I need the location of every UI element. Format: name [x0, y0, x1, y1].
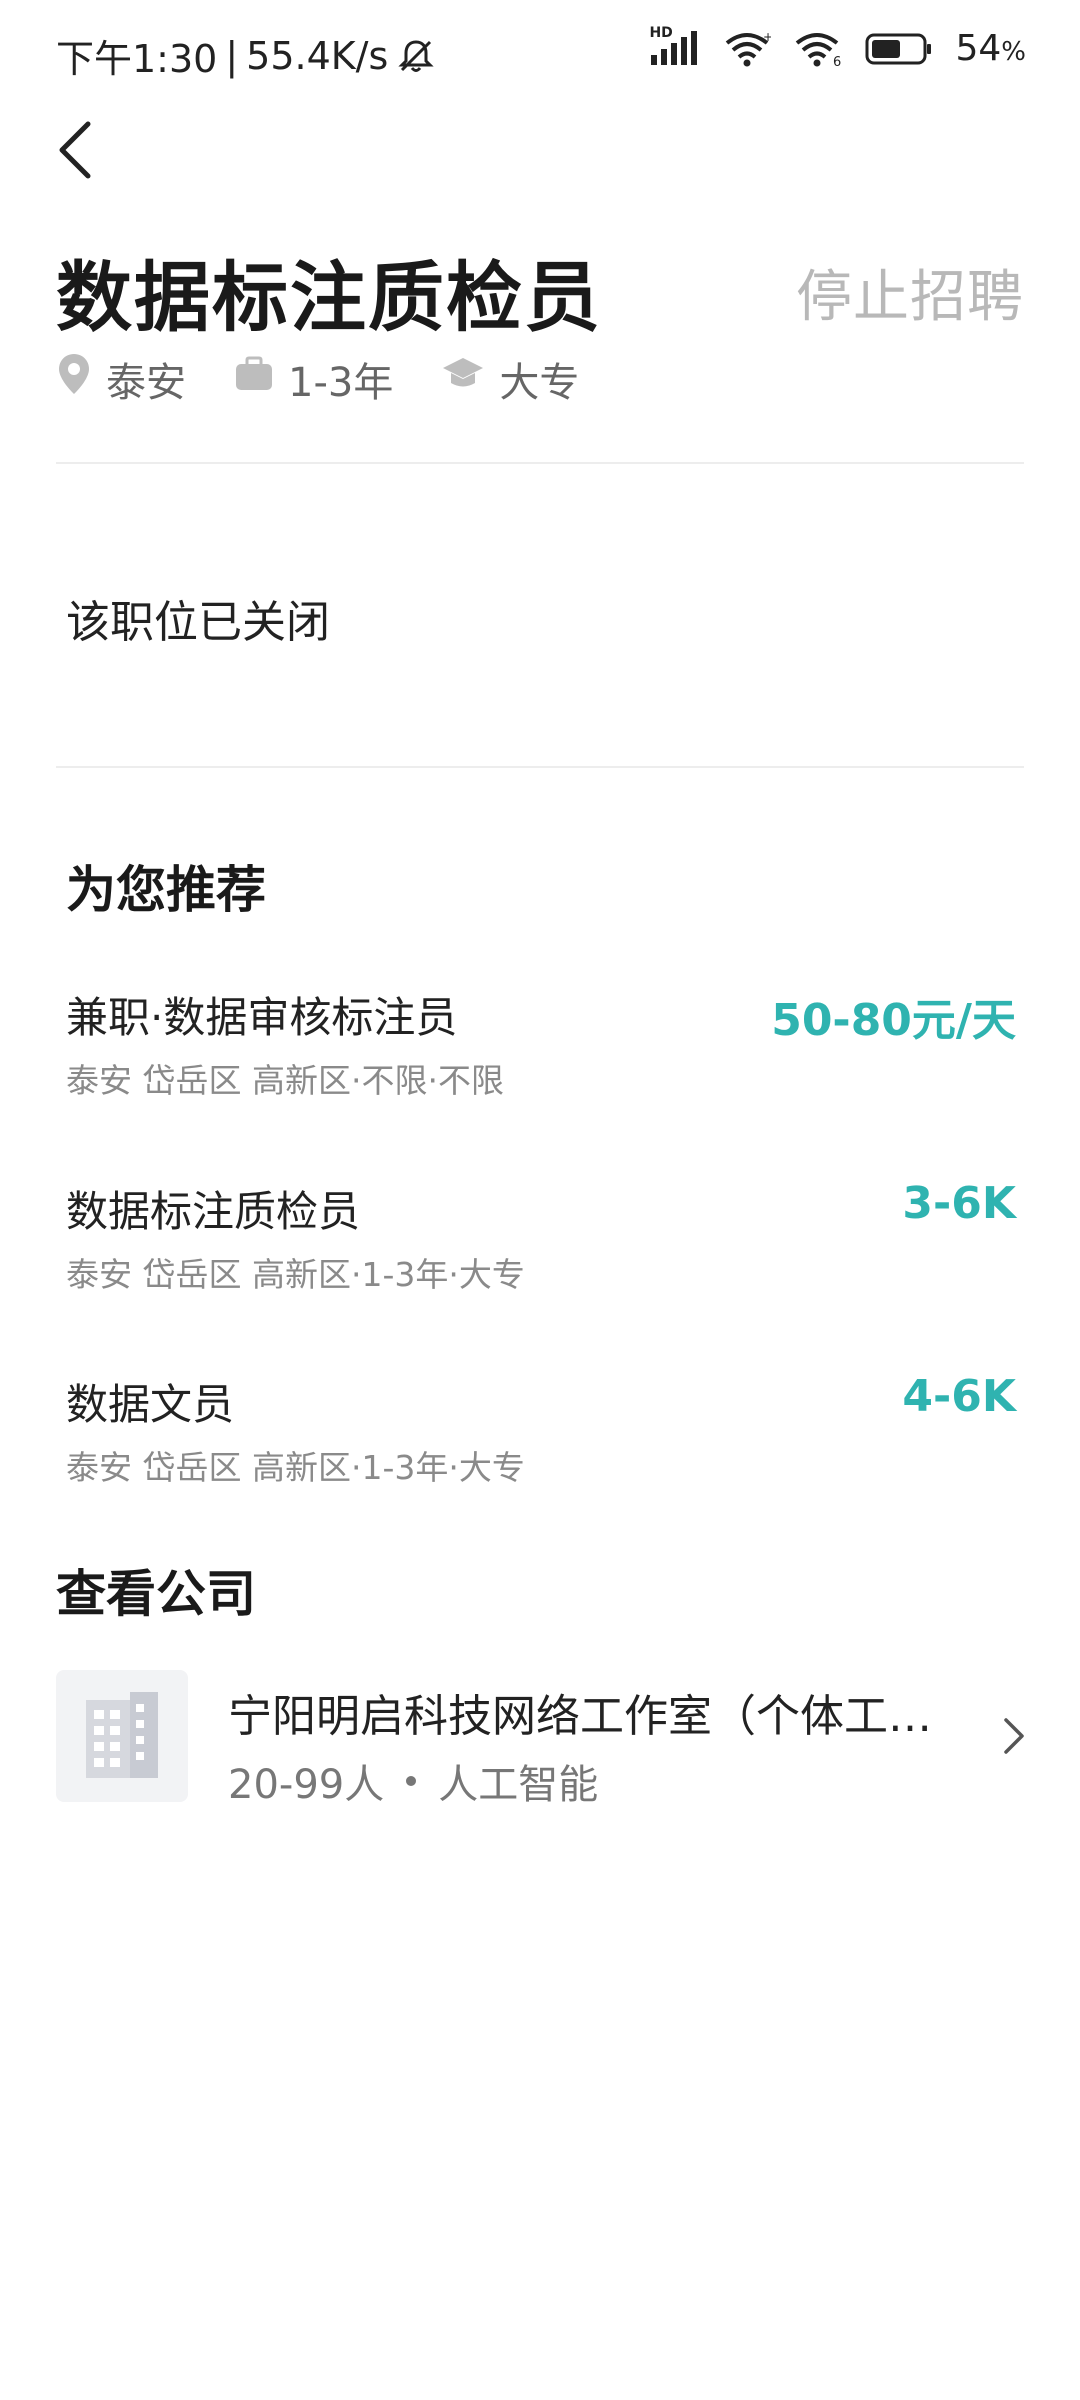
network-speed: 55.4K/s	[246, 33, 389, 78]
svg-text:6: 6	[833, 55, 841, 67]
job-meta: 泰安 1-3年 大专	[56, 350, 627, 408]
separator-dot	[406, 1776, 417, 1786]
battery-level: 54 %	[955, 28, 1026, 69]
wifi-icon: +	[723, 31, 771, 67]
recommend-section-title: 为您推荐	[66, 861, 266, 919]
signal-icon: HD	[649, 25, 701, 67]
company-industry: 人工智能	[438, 1762, 599, 1808]
job-education-text: 大专	[499, 360, 580, 406]
job-location: 泰安	[56, 350, 186, 408]
recommend-job-details: 泰安 岱岳区 高新区·1-3年·大专	[66, 1448, 525, 1487]
recommend-job-title: 数据文员	[66, 1380, 235, 1429]
back-button[interactable]	[56, 112, 116, 192]
job-closed-notice: 该职位已关闭	[66, 597, 330, 648]
wifi-6-icon: 6	[793, 31, 843, 67]
recommend-job-item[interactable]: 数据标注质检员 3-6K 泰安 岱岳区 高新区·1-3年·大专	[66, 1178, 1016, 1328]
divider	[56, 462, 1024, 464]
job-location-text: 泰安	[106, 360, 186, 406]
company-card[interactable]: 宁阳明启科技网络工作室（个体工商... 20-99人 人工智能	[56, 1670, 1026, 1810]
job-experience-text: 1-3年	[288, 360, 394, 406]
recommend-job-title: 数据标注质检员	[66, 1187, 361, 1236]
back-arrow-icon	[56, 120, 96, 184]
location-pin-icon	[56, 352, 92, 406]
recommend-job-item[interactable]: 兼职·数据审核标注员 50-80元/天 泰安 岱岳区 高新区·不限·不限	[66, 984, 1016, 1134]
briefcase-icon	[234, 356, 274, 402]
hd-label: HD	[649, 24, 673, 41]
divider	[56, 766, 1024, 768]
company-logo	[56, 1670, 188, 1802]
company-name: 宁阳明启科技网络工作室（个体工商...	[228, 1691, 968, 1742]
company-info: 20-99人 人工智能	[228, 1752, 598, 1810]
status-separator: |	[225, 33, 239, 78]
battery-icon	[865, 32, 933, 66]
job-education: 大专	[441, 350, 579, 408]
building-icon	[72, 1686, 172, 1786]
company-section-title: 查看公司	[56, 1565, 256, 1623]
recommend-job-title: 兼职·数据审核标注员	[66, 993, 458, 1042]
battery-percent: 54	[955, 28, 1002, 69]
recommend-job-details: 泰安 岱岳区 高新区·1-3年·大专	[66, 1255, 525, 1294]
status-time: 下午1:30	[56, 37, 218, 81]
status-right: HD + 6 54 %	[649, 25, 1026, 70]
mute-bell-icon	[396, 36, 436, 76]
battery-unit: %	[1001, 37, 1026, 67]
recommend-job-salary: 50-80元/天	[771, 995, 1016, 1046]
svg-text:+: +	[763, 31, 771, 44]
chevron-right-icon	[1002, 1716, 1026, 1760]
job-experience: 1-3年	[234, 350, 393, 408]
recommend-job-salary: 4-6K	[902, 1371, 1016, 1422]
recommend-job-salary: 3-6K	[902, 1178, 1016, 1229]
recommend-job-item[interactable]: 数据文员 4-6K 泰安 岱岳区 高新区·1-3年·大专	[66, 1371, 1016, 1521]
status-bar: 下午1:30 | 55.4K/s HD + 6 54 %	[0, 0, 1080, 100]
status-left: 下午1:30 | 55.4K/s	[56, 28, 436, 83]
stop-hiring-status: 停止招聘	[796, 265, 1024, 330]
job-title: 数据标注质检员	[56, 253, 602, 342]
graduation-cap-icon	[441, 356, 485, 402]
company-size: 20-99人	[228, 1762, 385, 1808]
recommend-job-details: 泰安 岱岳区 高新区·不限·不限	[66, 1061, 504, 1100]
